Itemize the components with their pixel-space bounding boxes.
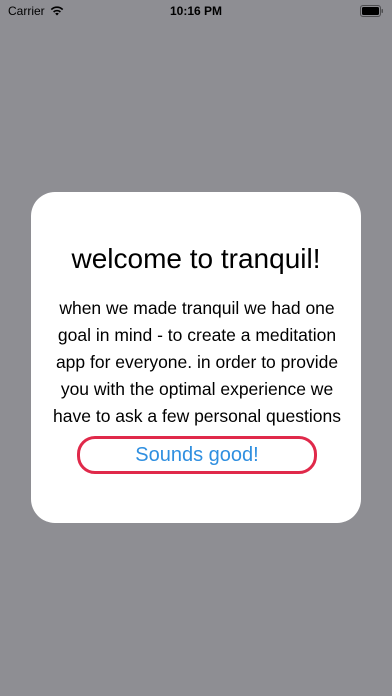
battery-icon — [360, 5, 383, 17]
status-time: 10:16 PM — [169, 4, 223, 18]
status-bar: Carrier 10:16 PM — [0, 0, 392, 22]
welcome-modal: welcome to tranquil! when we made tranqu… — [31, 192, 361, 523]
modal-description: when we made tranquil we had one goal in… — [53, 298, 341, 426]
modal-title: welcome to tranquil! — [71, 243, 321, 274]
sounds-good-button[interactable]: Sounds good! — [77, 436, 317, 474]
